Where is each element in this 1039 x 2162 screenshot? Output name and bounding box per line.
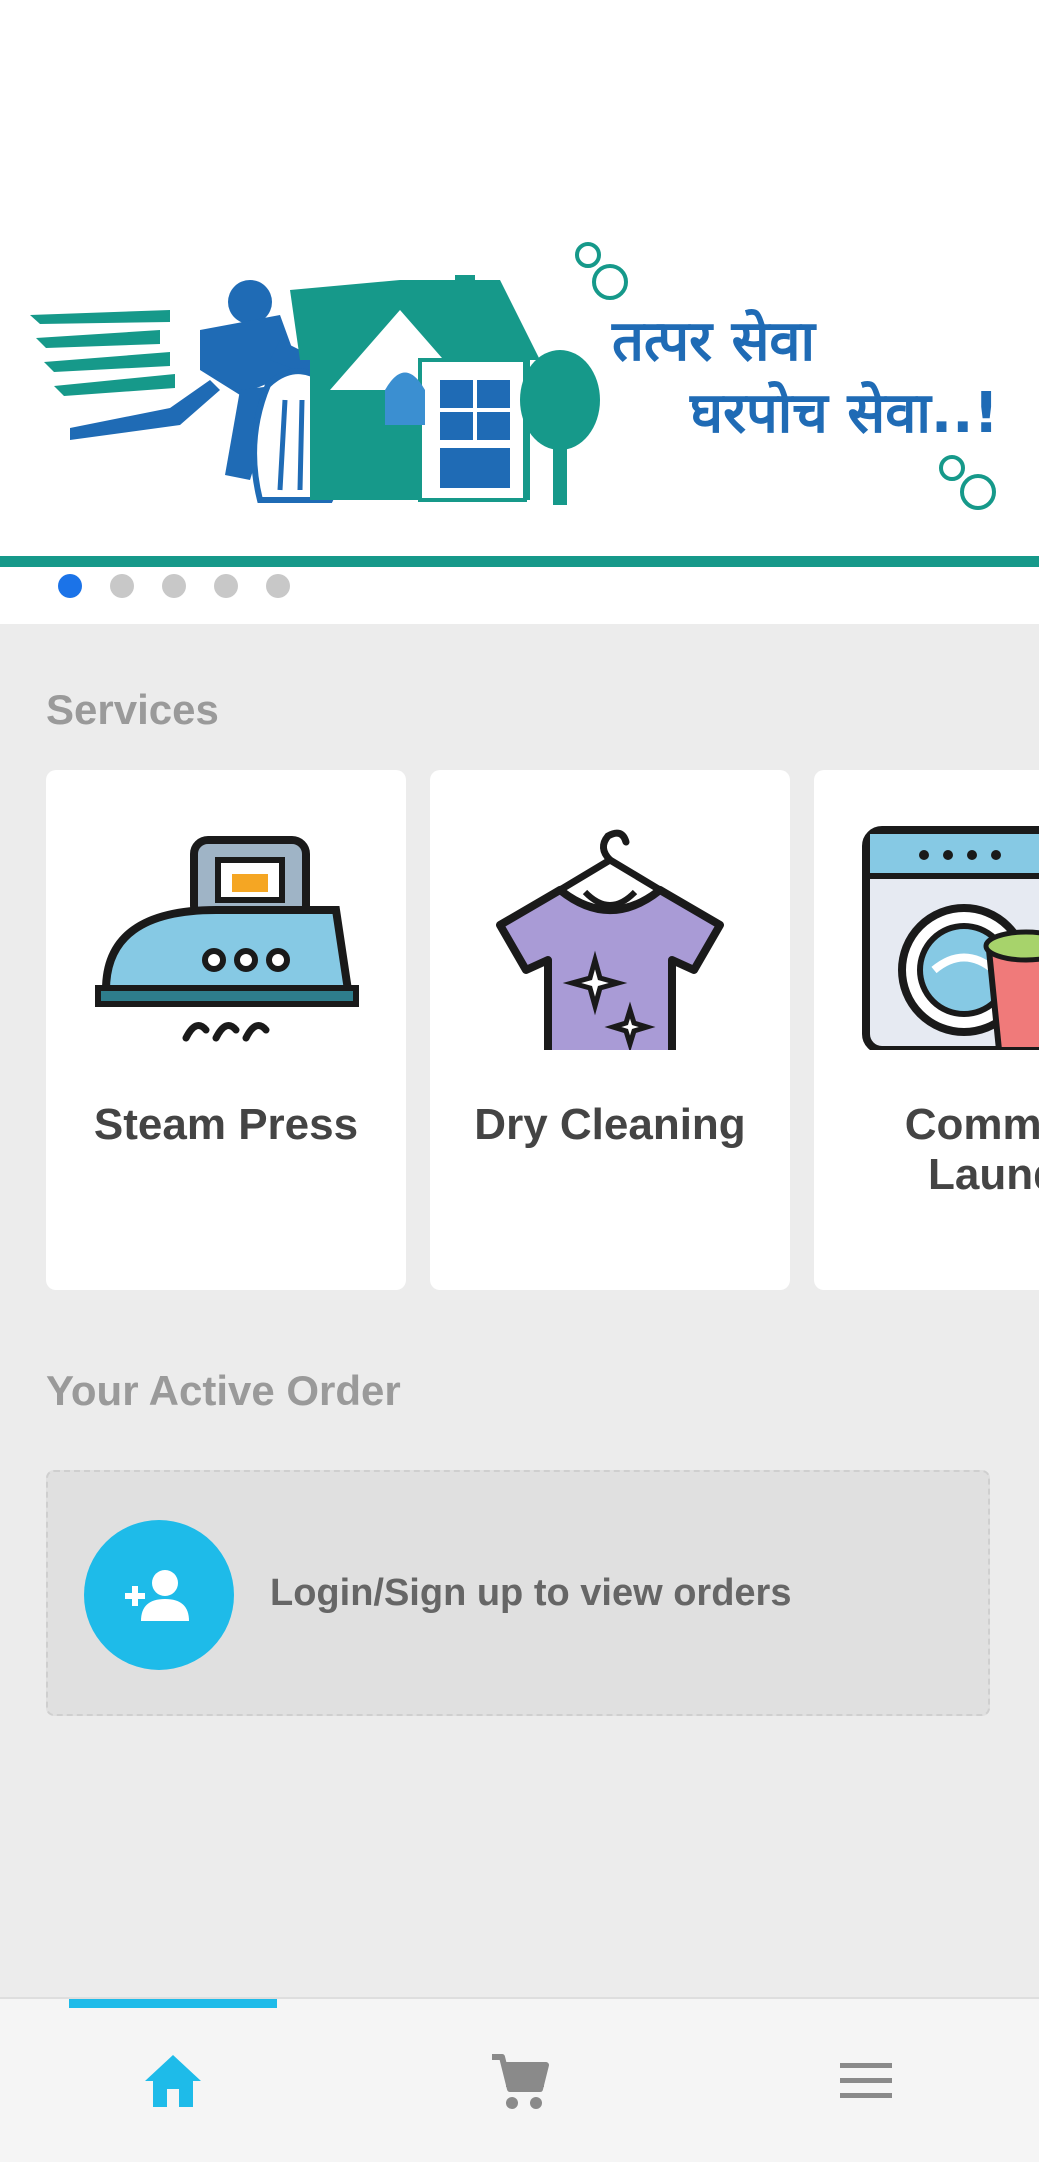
login-prompt-text: Login/Sign up to view orders xyxy=(270,1572,792,1614)
services-heading: Services xyxy=(46,686,219,733)
washing-machine-icon xyxy=(862,826,1039,1050)
banner-tagline-1: तत्पर सेवा xyxy=(611,308,818,374)
bottom-navigation xyxy=(0,1997,1039,2162)
banner-logo-image: तत्पर सेवा घरपोच सेवा..! xyxy=(30,242,999,510)
banner-carousel[interactable]: तत्पर सेवा घरपोच सेवा..! xyxy=(0,0,1039,624)
login-to-view-orders[interactable]: Login/Sign up to view orders xyxy=(46,1470,990,1716)
carousel-dot-4[interactable] xyxy=(214,574,238,598)
active-tab-indicator xyxy=(69,1999,277,2008)
steam-iron-icon xyxy=(95,836,359,1042)
shirt-hanger-icon xyxy=(496,829,724,1050)
active-order-heading: Your Active Order xyxy=(46,1367,401,1414)
carousel-dot-3[interactable] xyxy=(162,574,186,598)
service-label: Commer Laund xyxy=(904,1100,1039,1199)
banner-divider xyxy=(0,556,1039,567)
services-carousel[interactable]: Steam Press Dry Cleaning Commer xyxy=(46,770,1039,1290)
banner-tagline-2: घरपोच सेवा..! xyxy=(689,380,999,446)
avatar xyxy=(84,1520,234,1670)
service-card-dry-cleaning[interactable]: Dry Cleaning xyxy=(430,770,790,1290)
menu-icon xyxy=(840,2063,892,2098)
carousel-indicator xyxy=(58,574,290,598)
nav-menu[interactable] xyxy=(826,2041,906,2121)
cart-icon xyxy=(492,2054,549,2109)
add-user-icon xyxy=(125,1570,189,1621)
nav-cart[interactable] xyxy=(480,2041,560,2121)
service-card-commercial-laundry[interactable]: Commer Laund xyxy=(814,770,1039,1290)
carousel-dot-2[interactable] xyxy=(110,574,134,598)
nav-home[interactable] xyxy=(133,2041,213,2121)
service-label: Dry Cleaning xyxy=(474,1100,746,1149)
service-card-steam-press[interactable]: Steam Press xyxy=(46,770,406,1290)
carousel-dot-5[interactable] xyxy=(266,574,290,598)
service-label: Steam Press xyxy=(93,1100,359,1149)
home-icon xyxy=(145,2055,201,2107)
carousel-dot-1[interactable] xyxy=(58,574,82,598)
